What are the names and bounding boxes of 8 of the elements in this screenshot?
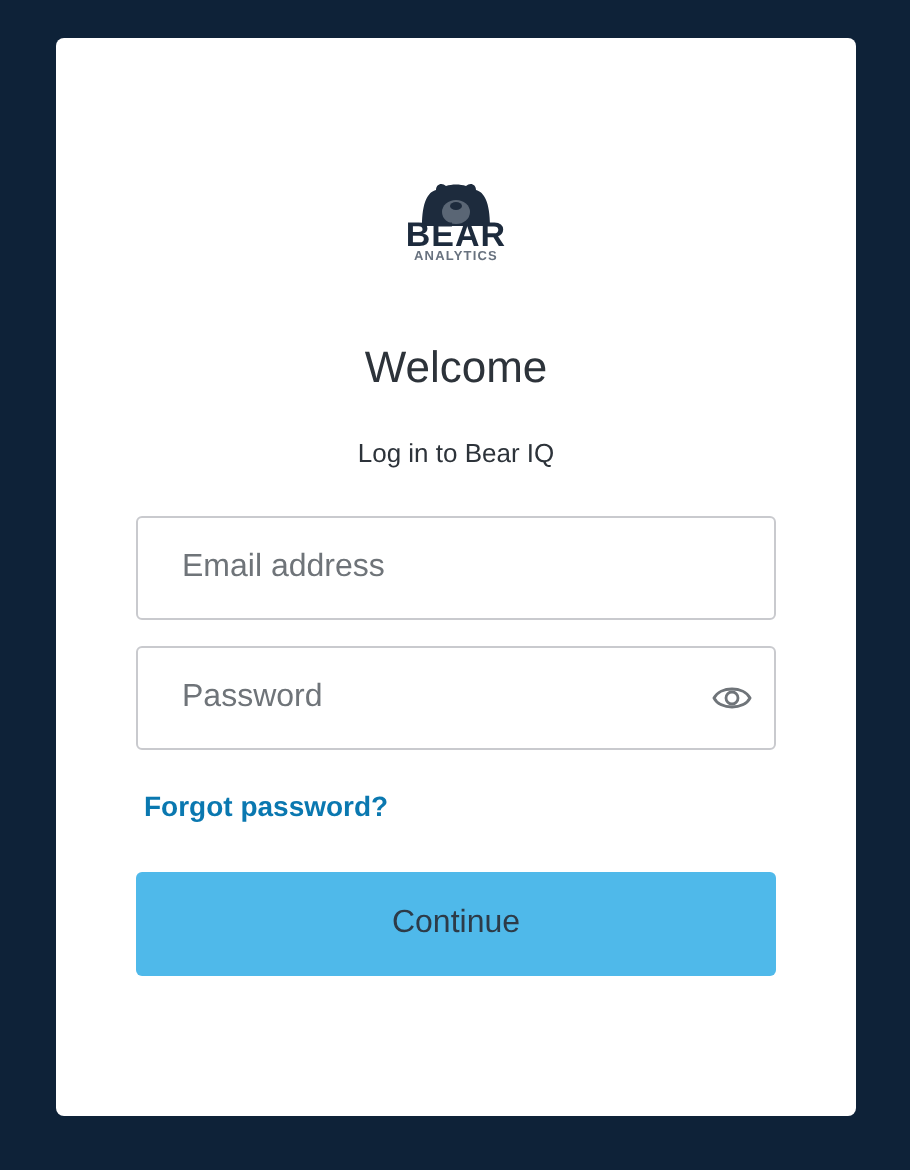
email-field[interactable]: Email address (136, 516, 776, 620)
bear-icon (417, 182, 494, 226)
forgot-password-link[interactable]: Forgot password? (144, 790, 389, 822)
subtitle: Log in to Bear IQ (357, 438, 555, 468)
eye-icon[interactable] (712, 684, 752, 712)
password-field[interactable]: Password (136, 646, 776, 750)
continue-button[interactable]: Continue (136, 872, 776, 976)
page-title: Welcome (364, 342, 548, 394)
